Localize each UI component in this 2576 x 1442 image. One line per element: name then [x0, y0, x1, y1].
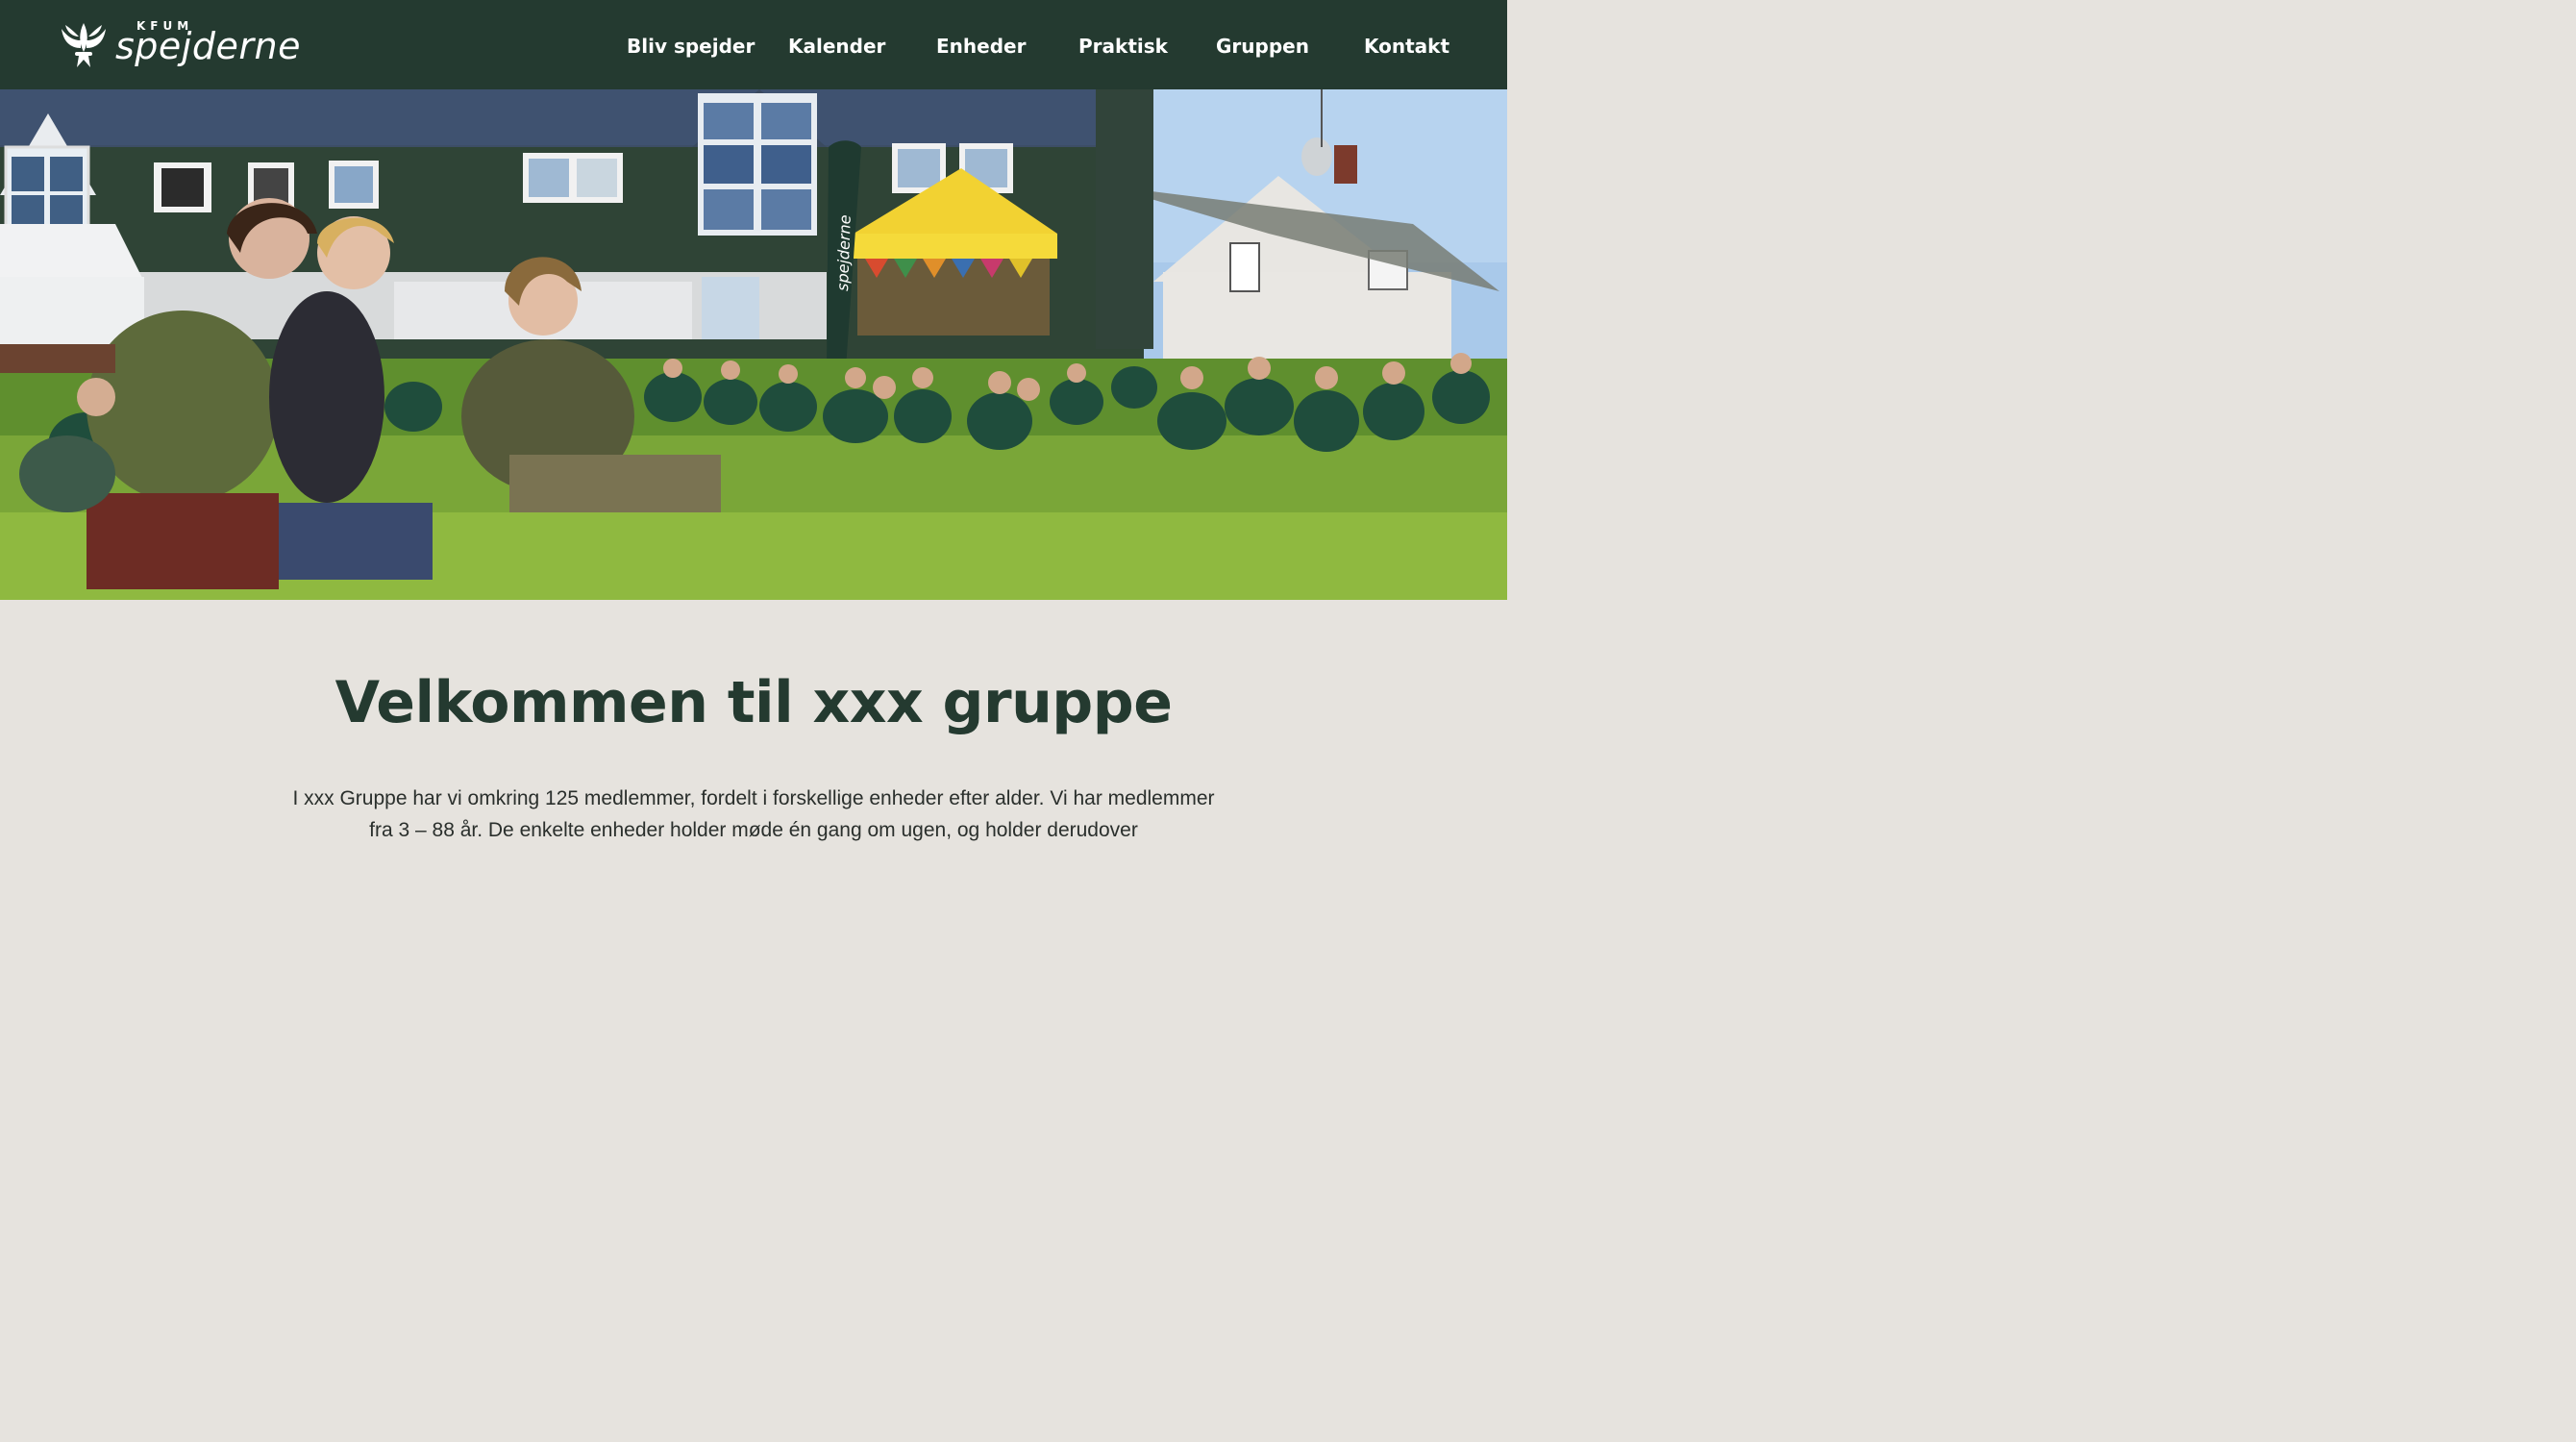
nav-enheder[interactable]: Enheder: [936, 35, 1026, 58]
nav-gruppen[interactable]: Gruppen: [1216, 35, 1309, 58]
site-header: KFUM spejderne Bliv spejder Kalender Enh…: [0, 0, 1507, 89]
main-content: Velkommen til xxx gruppe I xxx Gruppe ha…: [0, 600, 1507, 844]
nav-kalender[interactable]: Kalender: [788, 35, 885, 58]
nav-kontakt[interactable]: Kontakt: [1364, 35, 1449, 58]
nav-bliv-spejder[interactable]: Bliv spejder: [627, 35, 755, 58]
scout-lily-icon: [62, 23, 106, 67]
intro-paragraph: I xxx Gruppe har vi omkring 125 medlemme…: [292, 787, 1215, 841]
nav-praktisk[interactable]: Praktisk: [1078, 35, 1168, 58]
hero-photo: spejderne: [0, 89, 1507, 600]
page-title: Velkommen til xxx gruppe: [334, 669, 1173, 736]
scouts-on-lawn-photo: spejderne: [0, 89, 1507, 600]
logo-wordmark: spejderne: [115, 25, 301, 67]
banner-flag-text: spejderne: [833, 214, 855, 291]
site-logo[interactable]: KFUM spejderne: [58, 17, 317, 71]
